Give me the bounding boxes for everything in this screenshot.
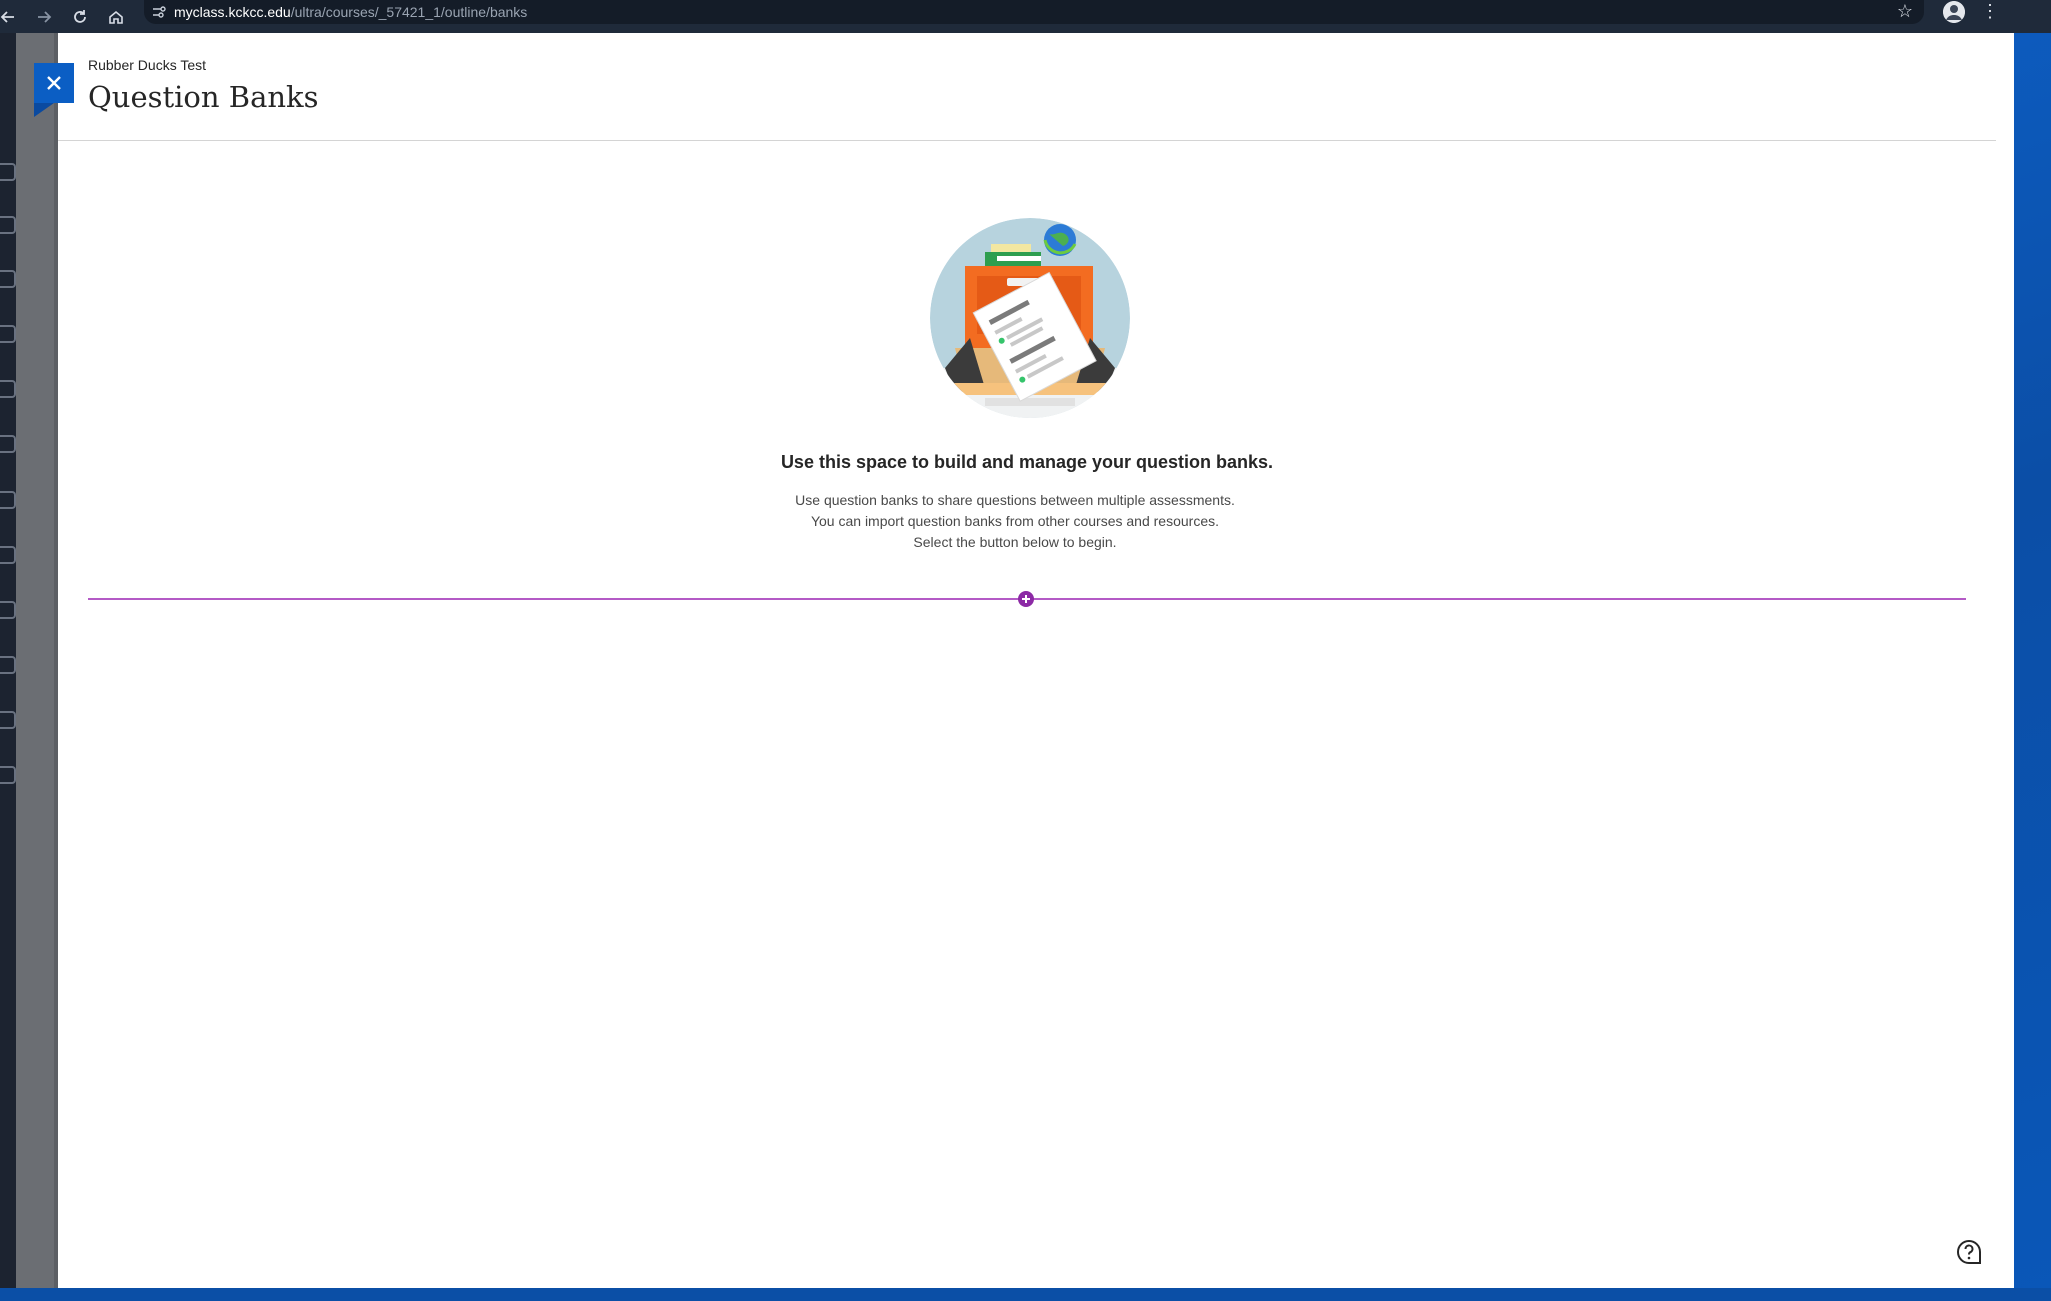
organizations-icon <box>0 380 16 398</box>
forward-arrow-icon[interactable] <box>28 0 60 33</box>
edit-icon <box>0 656 16 674</box>
header-divider <box>58 140 1996 141</box>
url-host: myclass.kckcc.edu <box>174 4 291 20</box>
back-arrow-icon[interactable] <box>0 0 24 33</box>
bookmark-star-icon[interactable]: ☆ <box>1893 0 1917 22</box>
people-icon <box>0 711 16 729</box>
institution-icon <box>0 163 16 181</box>
empty-state-heading: Use this space to build and manage your … <box>780 452 1274 472</box>
question-bank-illustration <box>930 218 1130 418</box>
profile-nav-icon <box>0 216 16 234</box>
empty-state-description: Use question banks to share questions be… <box>700 490 1330 553</box>
plus-circle-icon <box>1022 595 1030 603</box>
course-name: Rubber Ducks Test <box>88 57 207 73</box>
background-course-page <box>16 33 58 1288</box>
browser-toolbar: myclass.kckcc.edu/ultra/courses/_57421_1… <box>0 0 2051 33</box>
help-icon <box>1957 1239 1981 1264</box>
calendar-icon <box>0 435 16 453</box>
taskbar-edge <box>0 1288 2051 1301</box>
url-text: myclass.kckcc.edu/ultra/courses/_57421_1… <box>174 4 527 20</box>
empty-state-line: Use question banks to share questions be… <box>795 492 1235 508</box>
grades-icon <box>0 546 16 564</box>
profile-icon[interactable] <box>1943 1 1965 23</box>
home-icon[interactable] <box>100 0 132 33</box>
globe-icon <box>0 270 16 288</box>
address-bar[interactable]: myclass.kckcc.edu/ultra/courses/_57421_1… <box>144 0 1924 24</box>
tools-icon <box>0 601 16 619</box>
add-question-bank-button[interactable] <box>1018 591 1034 607</box>
page-title: Question Banks <box>88 80 319 114</box>
empty-state-line: You can import question banks from other… <box>810 513 1220 529</box>
empty-state-line: Select the button below to begin. <box>913 534 1117 550</box>
url-path: /ultra/courses/_57421_1/outline/banks <box>290 4 528 20</box>
close-icon <box>47 76 61 90</box>
reload-icon[interactable] <box>64 0 96 33</box>
background-nav-rail <box>0 33 16 1288</box>
messages-icon <box>0 491 16 509</box>
close-panel-button[interactable] <box>34 63 74 103</box>
courses-icon <box>0 325 16 343</box>
browser-menu-icon[interactable]: ⋮ <box>1981 0 1999 22</box>
help-button[interactable] <box>1956 1239 1982 1265</box>
site-info-icon[interactable] <box>144 5 174 19</box>
signout-icon <box>0 766 16 784</box>
